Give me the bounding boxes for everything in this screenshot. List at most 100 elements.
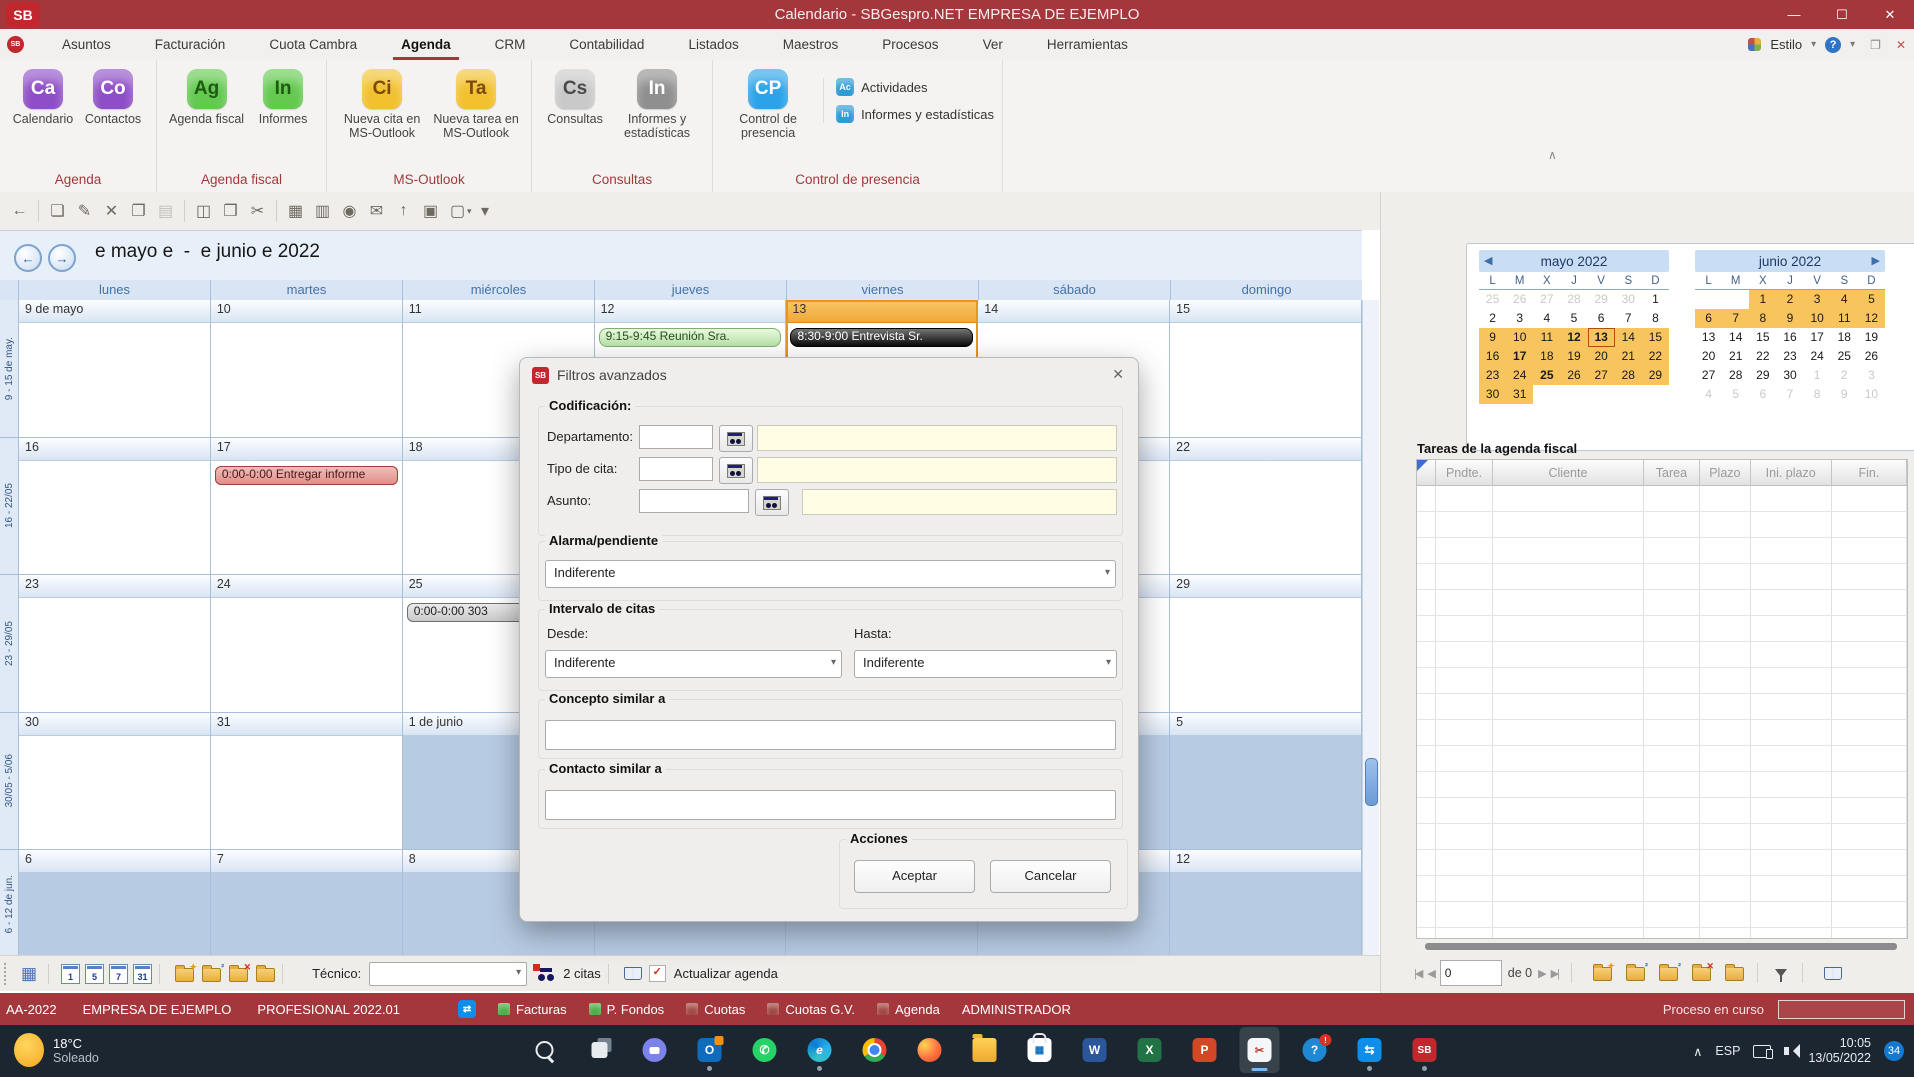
- child-close-icon[interactable]: ✕: [1896, 38, 1906, 52]
- day-cell-7[interactable]: 7: [211, 850, 403, 958]
- file-explorer-icon[interactable]: [965, 1027, 1005, 1073]
- mini-day-24[interactable]: 24: [1506, 366, 1533, 385]
- ribbon-informes-y-estad-sticas-link[interactable]: InInformes y estadísticas: [836, 105, 994, 123]
- event-pill[interactable]: 9:15-9:45 Reunión Sra.: [599, 328, 782, 347]
- mini-day-10[interactable]: 10: [1858, 385, 1885, 404]
- day-cell-31[interactable]: 31: [211, 713, 403, 849]
- snipping-tool-icon[interactable]: ✂: [1240, 1027, 1280, 1073]
- desde-select[interactable]: Indiferente ▾: [545, 650, 842, 678]
- tecnico-select[interactable]: ▾: [369, 962, 527, 986]
- print-icon[interactable]: ▦: [282, 201, 309, 221]
- mini-day-4[interactable]: 4: [1831, 290, 1858, 309]
- scrollbar-thumb[interactable]: [1425, 943, 1897, 950]
- volume-icon[interactable]: [1784, 1047, 1789, 1055]
- folder-icon[interactable]: [1725, 967, 1744, 981]
- ribbon-contactos-button[interactable]: CoContactos: [78, 66, 148, 129]
- day-cell-15[interactable]: 15: [1170, 300, 1362, 437]
- whatsapp-icon[interactable]: ✆: [745, 1027, 785, 1073]
- mini-day-30[interactable]: 30: [1479, 385, 1506, 404]
- mini-day-9[interactable]: 9: [1479, 328, 1506, 347]
- column-header-fin[interactable]: Fin.: [1832, 460, 1907, 485]
- ribbon-control-de-presencia-button[interactable]: CPControl de presencia: [721, 66, 815, 143]
- delete-folder-icon[interactable]: ✕: [1692, 967, 1711, 981]
- excel-icon[interactable]: X: [1130, 1027, 1170, 1073]
- print-preview-icon[interactable]: ◉: [336, 201, 363, 221]
- delete-folder-icon[interactable]: ✕: [229, 968, 248, 982]
- next-month-icon[interactable]: ▶: [1872, 254, 1880, 267]
- mini-day-30[interactable]: 30: [1615, 290, 1642, 309]
- column-header-cliente[interactable]: Cliente: [1493, 460, 1643, 485]
- menu-crm[interactable]: CRM: [473, 31, 548, 58]
- indicator-agenda[interactable]: Agenda: [877, 1002, 940, 1017]
- mini-day-7[interactable]: 7: [1615, 309, 1642, 328]
- tray-chevron-icon[interactable]: ∧: [1693, 1044, 1702, 1059]
- paste-icon[interactable]: ❒: [217, 201, 244, 221]
- mini-day-22[interactable]: 22: [1642, 347, 1669, 366]
- mini-day-13[interactable]: 13: [1588, 328, 1615, 347]
- mini-day-16[interactable]: 16: [1776, 328, 1803, 347]
- firefox-icon[interactable]: [910, 1027, 950, 1073]
- mini-day-19[interactable]: 19: [1560, 347, 1587, 366]
- new-document-icon[interactable]: ❏: [44, 201, 71, 221]
- tipo-cita-lookup-button[interactable]: [719, 457, 753, 484]
- mini-day-26[interactable]: 26: [1560, 366, 1587, 385]
- column-header-pndte[interactable]: Pndte.: [1436, 460, 1493, 485]
- help-icon[interactable]: ?: [1825, 37, 1841, 53]
- keyboard-language[interactable]: ESP: [1715, 1044, 1740, 1058]
- teams-chat-icon[interactable]: [635, 1027, 675, 1073]
- teamviewer-status-icon[interactable]: ⇄: [458, 1000, 476, 1018]
- mini-day-11[interactable]: 11: [1533, 328, 1560, 347]
- mini-day-29[interactable]: 29: [1588, 290, 1615, 309]
- outlook-icon[interactable]: O: [690, 1027, 730, 1073]
- day-cell-5[interactable]: 5: [1170, 713, 1362, 849]
- mini-day-4[interactable]: 4: [1695, 385, 1722, 404]
- indicator-cuotas-g-v[interactable]: Cuotas G.V.: [767, 1002, 855, 1017]
- contacts-book-icon[interactable]: [624, 967, 642, 980]
- dialog-close-icon[interactable]: ✕: [1112, 366, 1124, 383]
- event-pill[interactable]: 0:00-0:00 Entregar informe: [215, 466, 398, 485]
- contacts-book-icon[interactable]: [1824, 967, 1842, 980]
- menu-facturaci-n[interactable]: Facturación: [133, 31, 248, 58]
- mini-day-3[interactable]: 3: [1506, 309, 1533, 328]
- maximize-button[interactable]: ☐: [1818, 0, 1866, 29]
- cancelar-button[interactable]: Cancelar: [990, 860, 1111, 893]
- word-icon[interactable]: W: [1075, 1027, 1115, 1073]
- mini-day-20[interactable]: 20: [1695, 347, 1722, 366]
- mini-day-30[interactable]: 30: [1776, 366, 1803, 385]
- mini-day-25[interactable]: 25: [1533, 366, 1560, 385]
- view-31-days-button[interactable]: 31: [133, 964, 152, 984]
- pager-last-button[interactable]: ▶|: [1551, 967, 1558, 980]
- day-cell-24[interactable]: 24: [211, 575, 403, 712]
- actualizar-agenda-label[interactable]: Actualizar agenda: [674, 966, 778, 981]
- filter-funnel-icon[interactable]: [1775, 969, 1787, 983]
- refresh-check-icon[interactable]: ✓: [649, 965, 666, 982]
- mini-day-2[interactable]: 2: [1776, 290, 1803, 309]
- mini-day-9[interactable]: 9: [1776, 309, 1803, 328]
- mini-day-28[interactable]: 28: [1615, 366, 1642, 385]
- mini-day-5[interactable]: 5: [1858, 290, 1885, 309]
- day-cell-29[interactable]: 29: [1170, 575, 1362, 712]
- asunto-input[interactable]: [639, 489, 749, 513]
- indicator-cuotas[interactable]: Cuotas: [686, 1002, 745, 1017]
- open-folder-alt-icon[interactable]: ²: [1659, 967, 1678, 981]
- mini-day-5[interactable]: 5: [1560, 309, 1587, 328]
- microsoft-store-icon[interactable]: ▦: [1020, 1027, 1060, 1073]
- calendar-scrollbar[interactable]: [1362, 300, 1379, 955]
- mini-day-24[interactable]: 24: [1804, 347, 1831, 366]
- day-cell-23[interactable]: 23: [19, 575, 211, 712]
- mini-day-25[interactable]: 25: [1479, 290, 1506, 309]
- mini-day-14[interactable]: 14: [1615, 328, 1642, 347]
- mini-day-27[interactable]: 27: [1588, 366, 1615, 385]
- mini-day-3[interactable]: 3: [1804, 290, 1831, 309]
- mini-day-7[interactable]: 7: [1722, 309, 1749, 328]
- mini-day-1[interactable]: 1: [1749, 290, 1776, 309]
- help-icon[interactable]: ?!: [1295, 1027, 1335, 1073]
- day-cell-22[interactable]: 22: [1170, 438, 1362, 574]
- network-icon[interactable]: [1753, 1045, 1771, 1058]
- day-cell-9-de-mayo[interactable]: 9 de mayo: [19, 300, 211, 437]
- mini-day-12[interactable]: 12: [1560, 328, 1587, 347]
- mini-day-18[interactable]: 18: [1533, 347, 1560, 366]
- ribbon-nueva-tarea-en-ms-outlook-button[interactable]: TaNueva tarea en MS-Outlook: [429, 66, 523, 143]
- menu-ver[interactable]: Ver: [961, 31, 1025, 58]
- mini-day-8[interactable]: 8: [1642, 309, 1669, 328]
